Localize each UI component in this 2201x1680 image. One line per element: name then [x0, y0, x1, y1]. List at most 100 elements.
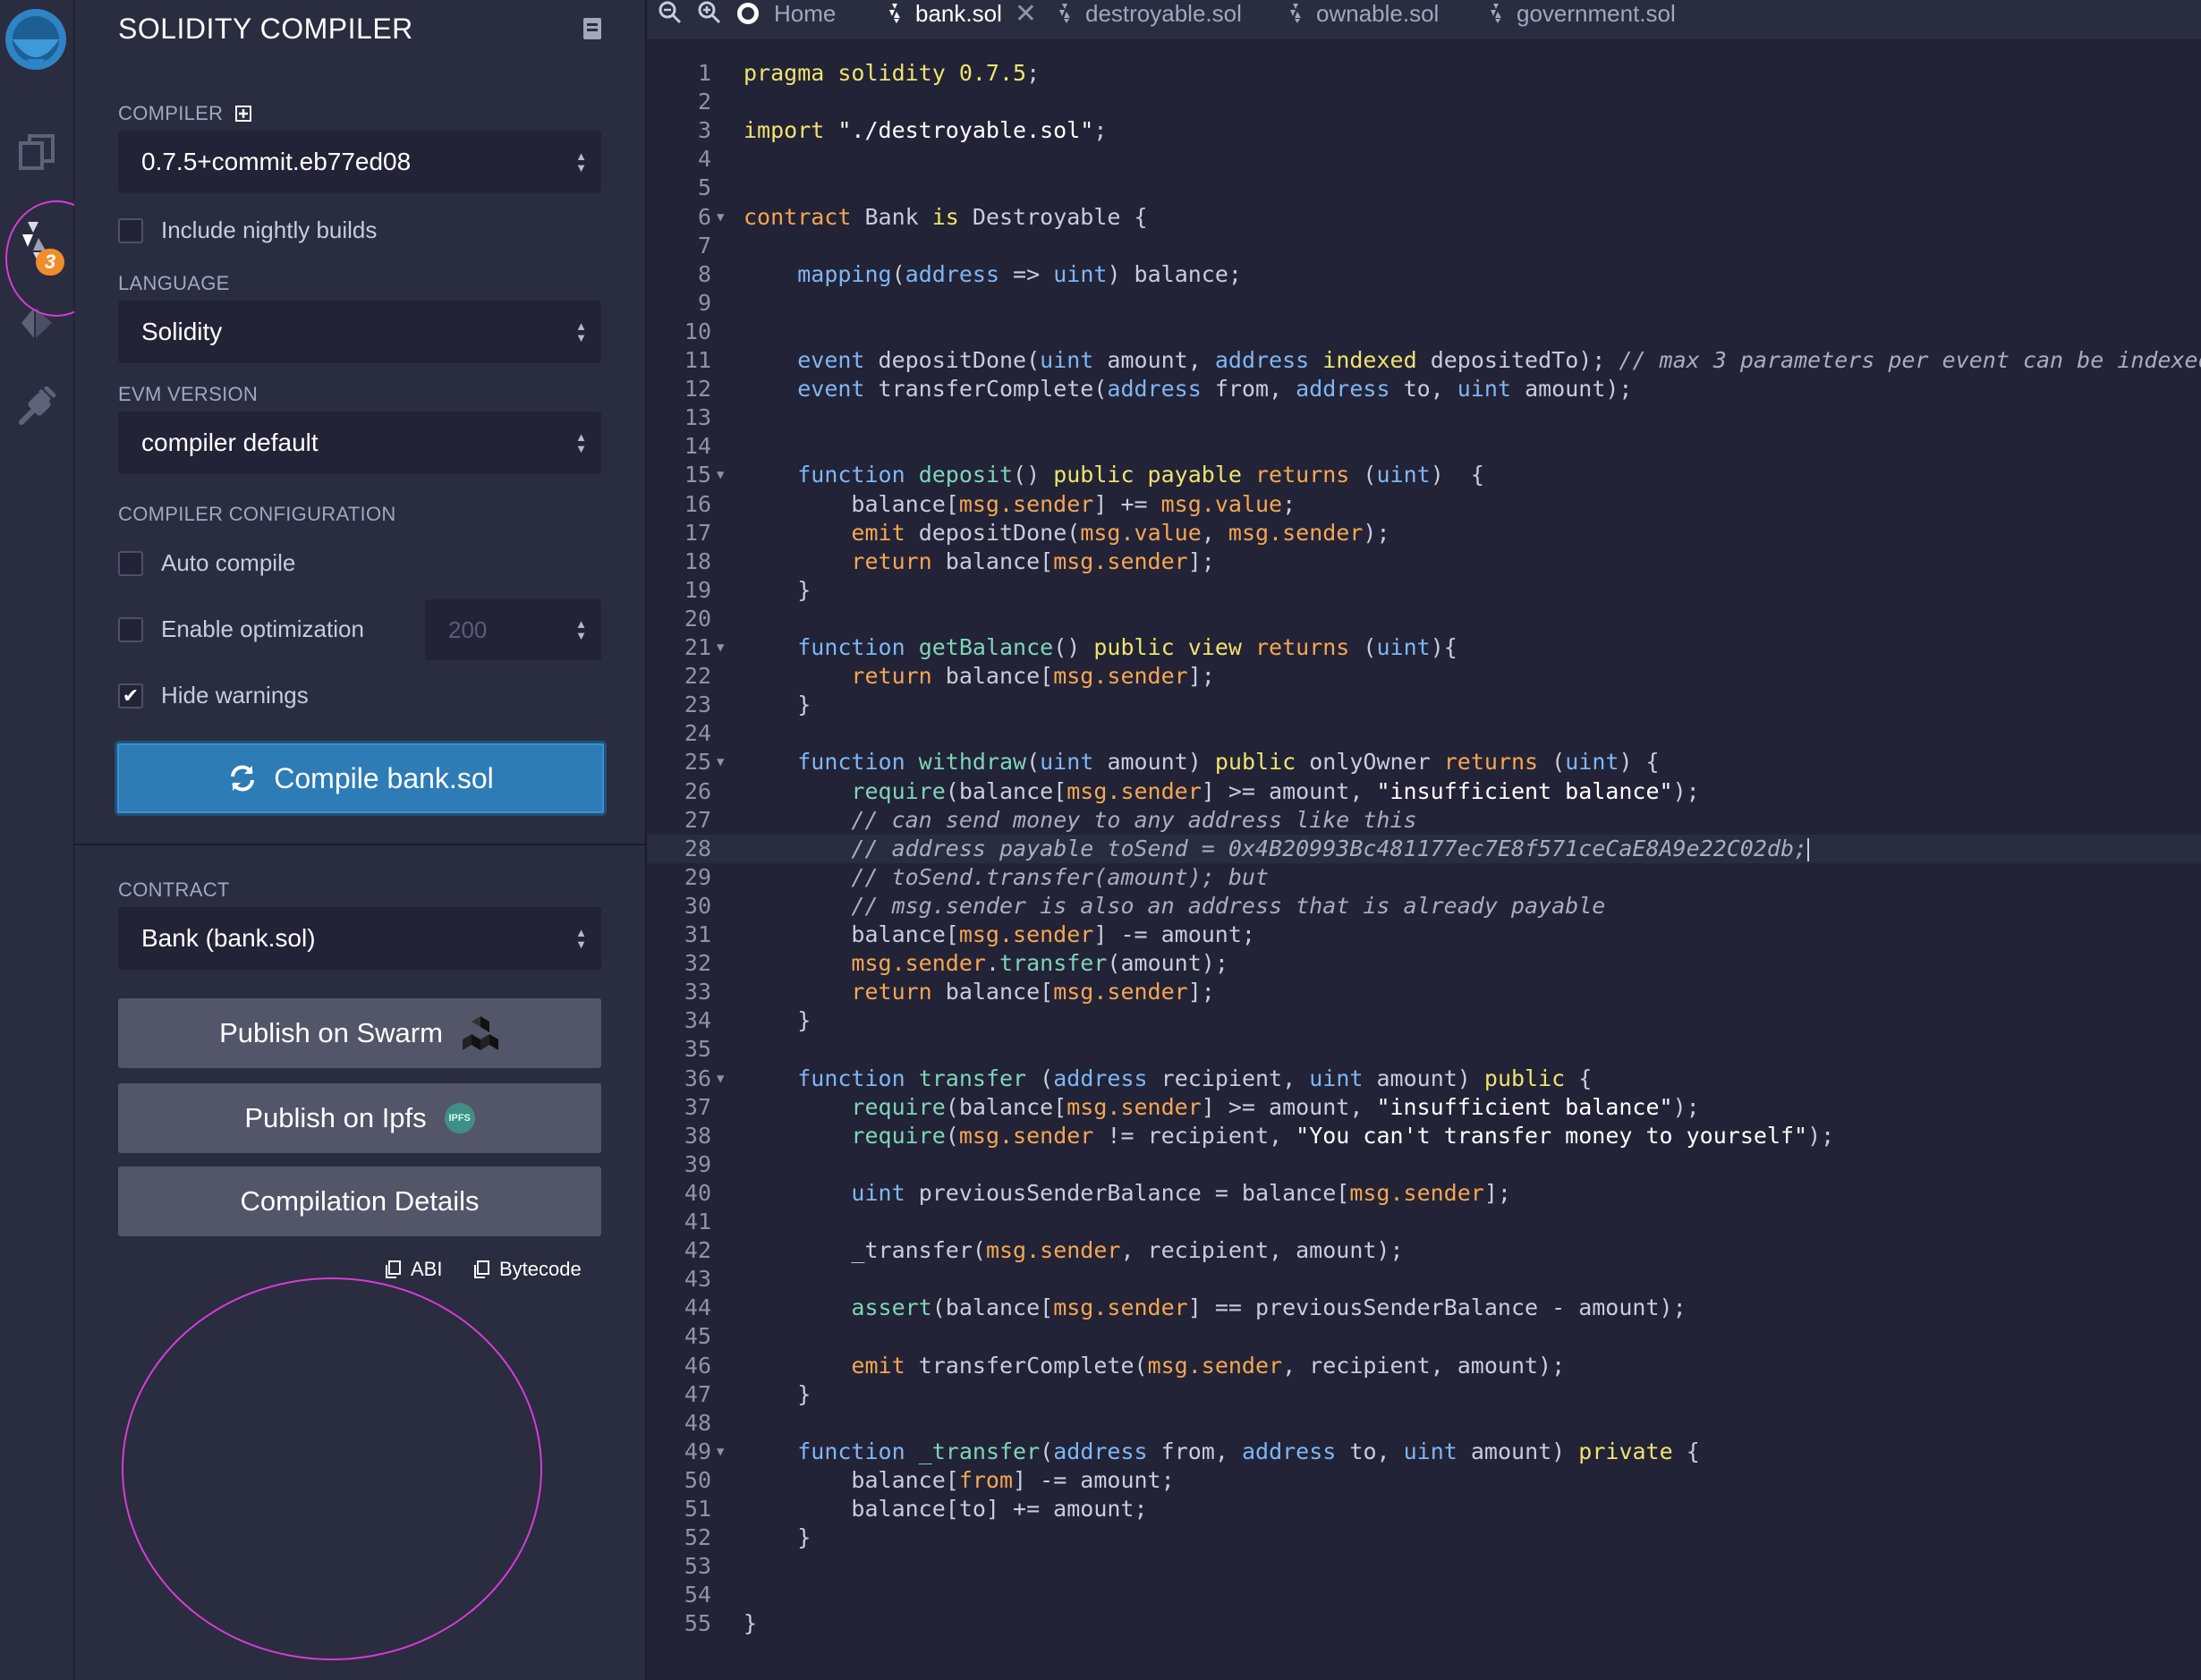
deploy-run-icon[interactable]: [0, 302, 73, 344]
plugin-manager-icon[interactable]: [0, 386, 73, 428]
code-line[interactable]: 34 }: [647, 1006, 2201, 1035]
code-line[interactable]: 8 mapping(address => uint) balance;: [647, 260, 2201, 289]
hide-warnings-row[interactable]: ✔ Hide warnings: [118, 682, 309, 709]
remix-logo-icon[interactable]: [0, 0, 73, 77]
code-line[interactable]: 53: [647, 1552, 2201, 1581]
code-line[interactable]: 42 _transfer(msg.sender, recipient, amou…: [647, 1236, 2201, 1265]
code-line[interactable]: 43: [647, 1265, 2201, 1294]
code-line[interactable]: 18 return balance[msg.sender];: [647, 547, 2201, 576]
code-line[interactable]: 28 // address payable toSend = 0x4B20993…: [647, 834, 2201, 863]
code-line[interactable]: 24: [647, 719, 2201, 748]
include-nightly-checkbox[interactable]: [118, 217, 143, 243]
code-line[interactable]: 13: [647, 403, 2201, 432]
code-line[interactable]: 1 pragma solidity 0.7.5;: [647, 59, 2201, 88]
code-line[interactable]: 9: [647, 289, 2201, 318]
code-line[interactable]: 35: [647, 1035, 2201, 1064]
code-line[interactable]: 4: [647, 145, 2201, 174]
code-line[interactable]: 37 require(balance[msg.sender] >= amount…: [647, 1093, 2201, 1122]
code-line[interactable]: 36 ▼ function transfer (address recipient…: [647, 1065, 2201, 1093]
fold-arrow-icon[interactable]: ▼: [717, 1065, 724, 1093]
code-line[interactable]: 55}: [647, 1609, 2201, 1638]
fold-arrow-icon[interactable]: ▼: [717, 461, 724, 489]
documentation-icon[interactable]: [581, 16, 604, 46]
tab-ownable-sol[interactable]: ownable.sol: [1289, 0, 1439, 27]
code-line[interactable]: 22 return balance[msg.sender];: [647, 662, 2201, 691]
compile-button[interactable]: Compile bank.sol: [115, 741, 607, 816]
code-line[interactable]: 17 emit depositDone(msg.value, msg.sende…: [647, 519, 2201, 547]
code-line[interactable]: 33 return balance[msg.sender];: [647, 978, 2201, 1006]
optimization-runs-input[interactable]: 200 ▲ ▼: [425, 599, 601, 660]
copy-abi-button[interactable]: ABI: [384, 1258, 442, 1281]
code-line[interactable]: 25 ▼ function withdraw(uint amount) publi…: [647, 748, 2201, 776]
code-line[interactable]: 3 import "./destroyable.sol";: [647, 116, 2201, 145]
code-line[interactable]: 26 require(balance[msg.sender] >= amount…: [647, 777, 2201, 806]
code-line[interactable]: 44 assert(balance[msg.sender] == previou…: [647, 1294, 2201, 1322]
code-line[interactable]: 54: [647, 1581, 2201, 1609]
code-line[interactable]: 10: [647, 318, 2201, 346]
code-line[interactable]: 15 ▼ function deposit() public payable re…: [647, 461, 2201, 489]
code-line[interactable]: 19 }: [647, 576, 2201, 605]
code-text: event depositDone(uint amount, address i…: [744, 346, 2201, 375]
close-tab-icon[interactable]: ✕: [1015, 0, 1037, 30]
code-line[interactable]: 30 // msg.sender is also an address that…: [647, 892, 2201, 921]
language-select[interactable]: Solidity ▲ ▼: [118, 301, 601, 363]
code-line[interactable]: 46 emit transferComplete(msg.sender, rec…: [647, 1352, 2201, 1380]
copy-bytecode-button[interactable]: Bytecode: [472, 1258, 582, 1281]
code-line[interactable]: 14: [647, 432, 2201, 461]
code-line[interactable]: 7: [647, 232, 2201, 260]
code-line[interactable]: 45: [647, 1322, 2201, 1351]
code-line[interactable]: 11 event depositDone(uint amount, addres…: [647, 346, 2201, 375]
code-line[interactable]: 38 require(msg.sender != recipient, "You…: [647, 1122, 2201, 1150]
code-line[interactable]: 2: [647, 88, 2201, 116]
enable-optimization-checkbox[interactable]: [118, 616, 143, 642]
zoom-in-icon[interactable]: [697, 0, 722, 30]
code-line[interactable]: 21 ▼ function getBalance() public view re…: [647, 633, 2201, 662]
evm-version-select[interactable]: compiler default ▲ ▼: [118, 412, 601, 474]
code-line[interactable]: 48: [647, 1409, 2201, 1438]
hide-warnings-checkbox[interactable]: ✔: [118, 683, 143, 708]
code-line[interactable]: 16 balance[msg.sender] += msg.value;: [647, 490, 2201, 519]
code-line[interactable]: 31 balance[msg.sender] -= amount;: [647, 921, 2201, 949]
tab-destroyable-sol[interactable]: destroyable.sol: [1058, 0, 1242, 27]
code-line[interactable]: 23 }: [647, 691, 2201, 719]
code-line[interactable]: 49 ▼ function _transfer(address from, add…: [647, 1438, 2201, 1466]
auto-compile-row[interactable]: Auto compile: [118, 549, 295, 577]
tab-bank-sol[interactable]: bank.sol ✕: [888, 0, 1037, 30]
compiler-version-select[interactable]: 0.7.5+commit.eb77ed08 ▲ ▼: [118, 131, 601, 193]
compilation-details-button[interactable]: Compilation Details: [118, 1167, 601, 1236]
code-token: );: [1363, 519, 1390, 546]
auto-compile-checkbox[interactable]: [118, 550, 143, 576]
code-token: msg.sender: [1053, 547, 1188, 574]
code-line[interactable]: 6 ▼ contract Bank is Destroyable {: [647, 203, 2201, 232]
file-explorer-icon[interactable]: [0, 132, 73, 172]
code-line[interactable]: 20: [647, 605, 2201, 633]
tab-government-sol[interactable]: government.sol: [1490, 0, 1676, 27]
fold-arrow-icon[interactable]: ▼: [717, 203, 724, 232]
publish-swarm-button[interactable]: Publish on Swarm: [118, 998, 601, 1068]
enable-optimization-row[interactable]: Enable optimization: [118, 615, 364, 643]
contract-select[interactable]: Bank (bank.sol) ▲ ▼: [118, 907, 601, 970]
stepper-arrows-icon[interactable]: ▲ ▼: [575, 618, 587, 641]
zoom-out-icon[interactable]: [658, 0, 683, 30]
add-compiler-icon[interactable]: [235, 106, 252, 122]
code-line[interactable]: 27 // can send money to any address like…: [647, 806, 2201, 835]
publish-ipfs-button[interactable]: Publish on Ipfs IPFS: [118, 1083, 601, 1153]
fold-arrow-icon[interactable]: ▼: [717, 633, 724, 662]
code-line[interactable]: 51 balance[to] += amount;: [647, 1495, 2201, 1523]
code-line[interactable]: 32 msg.sender.transfer(amount);: [647, 949, 2201, 978]
code-line[interactable]: 41: [647, 1208, 2201, 1236]
tab-home[interactable]: Home: [735, 0, 836, 27]
code-line[interactable]: 12 event transferComplete(address from, …: [647, 375, 2201, 403]
code-line[interactable]: 47 }: [647, 1380, 2201, 1409]
code-line[interactable]: 40 uint previousSenderBalance = balance[…: [647, 1179, 2201, 1208]
code-line[interactable]: 29 // toSend.transfer(amount); but: [647, 863, 2201, 892]
fold-arrow-icon[interactable]: ▼: [717, 748, 724, 776]
fold-arrow-icon[interactable]: ▼: [717, 1438, 724, 1466]
line-number: 9: [697, 289, 711, 316]
code-line[interactable]: 50 balance[from] -= amount;: [647, 1466, 2201, 1495]
code-line[interactable]: 39: [647, 1150, 2201, 1179]
code-line[interactable]: 52 }: [647, 1523, 2201, 1552]
code-editor[interactable]: 1 pragma solidity 0.7.5; 2 3 import "./destr…: [647, 41, 2201, 1680]
code-line[interactable]: 5: [647, 174, 2201, 202]
include-nightly-row[interactable]: Include nightly builds: [118, 216, 377, 244]
